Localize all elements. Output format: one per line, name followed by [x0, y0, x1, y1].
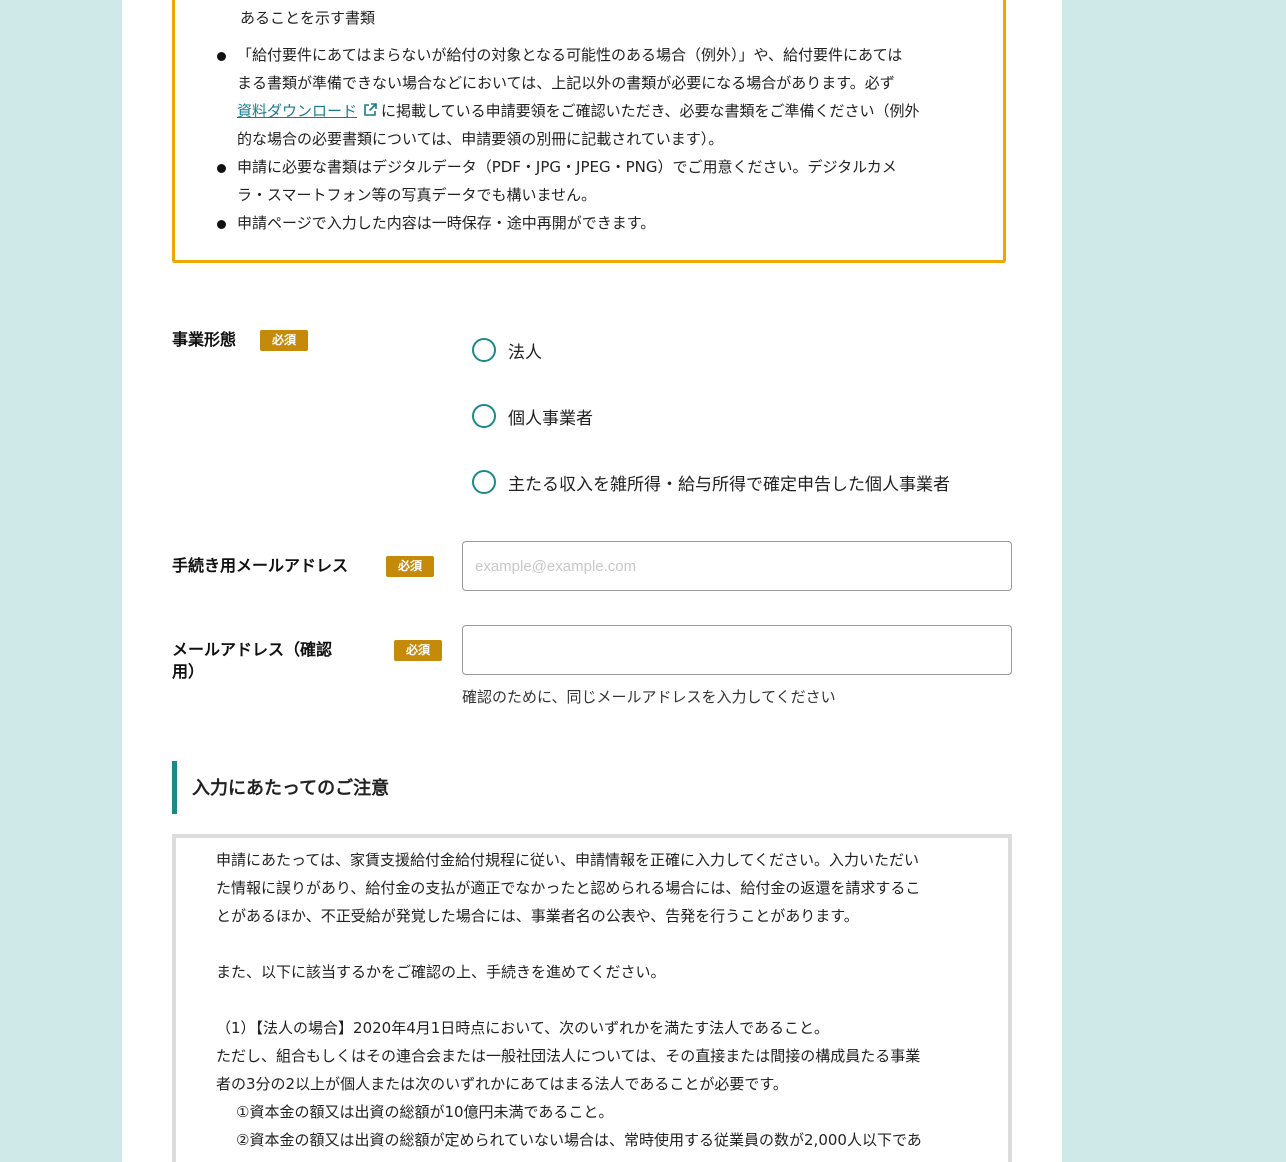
caution-text: ただし、組合もしくはその連合会または一般社団法人については、その直接または間接の… — [216, 1047, 921, 1065]
notice-text: 申請に必要な書類はデジタルデータ（PDF・JPG・JPEG・PNG）でご用意くだ… — [237, 158, 897, 176]
required-badge: 必須 — [394, 640, 442, 661]
notice-partial-line: あることを示す書類 — [240, 9, 376, 27]
main-content: あることを示す書類 「給付要件にあてはまらないが給付の対象となる可能性のある場合… — [122, 0, 1062, 1162]
required-badge: 必須 — [260, 330, 308, 351]
notice-text-inline: に掲載している申請要領をご確認いただき、必要な書類をご準備ください（例外 — [381, 102, 920, 120]
radio-label: 法人 — [508, 342, 542, 363]
caution-text: た情報に誤りがあり、給付金の支払が適正でなかったと認められる場合には、給付金の返… — [216, 879, 921, 897]
caution-text: （1）【法人の場合】2020年4月1日時点において、次のいずれかを満たす法人であ… — [216, 1019, 829, 1037]
email-confirm-label-line1: メールアドレス（確認 — [172, 640, 333, 659]
business-type-label: 事業形態 — [172, 330, 237, 349]
notice-text: 的な場合の必要書類については、申請要領の別冊に記載されています）。 — [237, 130, 724, 148]
radio-option-sole-proprietor[interactable]: 個人事業者 — [472, 401, 593, 431]
email-label: 手続き用メールアドレス — [172, 556, 349, 575]
email-confirm-label-line2: 用） — [172, 662, 205, 681]
email-confirm-hint: 確認のために、同じメールアドレスを入力してください — [462, 688, 836, 706]
radio-button[interactable] — [472, 470, 496, 494]
caution-text: 申請にあたっては、家賃支援給付金給付規程に従い、申請情報を正確に入力してください… — [216, 851, 920, 869]
caution-text: ①資本金の額又は出資の総額が10億円未満であること。 — [236, 1103, 614, 1121]
radio-button[interactable] — [472, 404, 496, 428]
bullet-icon — [217, 164, 226, 173]
caution-text: とがあるほか、不正受給が発覚した場合には、事業者名の公表や、告発を行うことがあり… — [216, 907, 859, 925]
radio-label: 個人事業者 — [508, 408, 593, 429]
radio-label: 主たる収入を雑所得・給与所得で確定申告した個人事業者 — [508, 474, 950, 495]
section-title: 入力にあたってのご注意 — [192, 778, 390, 799]
radio-option-corporation[interactable]: 法人 — [472, 335, 542, 365]
download-link[interactable]: 資料ダウンロード — [237, 102, 357, 120]
radio-button[interactable] — [472, 338, 496, 362]
email-confirm-label: メールアドレス（確認 用） — [172, 639, 332, 683]
email-confirm-input[interactable] — [462, 625, 1012, 675]
email-input[interactable] — [462, 541, 1012, 591]
required-badge: 必須 — [386, 556, 434, 577]
notice-text: ラ・スマートフォン等の写真データでも構いません。 — [237, 186, 597, 204]
bullet-icon — [217, 220, 226, 229]
notice-text: 申請ページで入力した内容は一時保存・途中再開ができます。 — [237, 214, 656, 232]
bullet-icon — [217, 52, 226, 61]
section-heading-bar — [172, 761, 177, 814]
notice-text: まる書類が準備できない場合などにおいては、上記以外の書類が必要になる場合がありま… — [237, 74, 895, 92]
external-link-icon — [364, 103, 377, 116]
caution-text: ②資本金の額又は出資の総額が定められていない場合は、常時使用する従業員の数が2,… — [236, 1131, 922, 1149]
notice-text: 資料ダウンロード に掲載している申請要領をご確認いただき、必要な書類をご準備くださ… — [237, 97, 920, 125]
caution-text: 者の3分の2以上が個人または次のいずれかにあてはまる法人であることが必要です。 — [216, 1075, 788, 1093]
notice-text: 「給付要件にあてはまらないが給付の対象となる可能性のある場合（例外）」や、給付要… — [237, 46, 903, 64]
radio-option-misc-income-proprietor[interactable]: 主たる収入を雑所得・給与所得で確定申告した個人事業者 — [472, 467, 950, 497]
caution-text: また、以下に該当するかをご確認の上、手続きを進めてください。 — [216, 963, 666, 981]
